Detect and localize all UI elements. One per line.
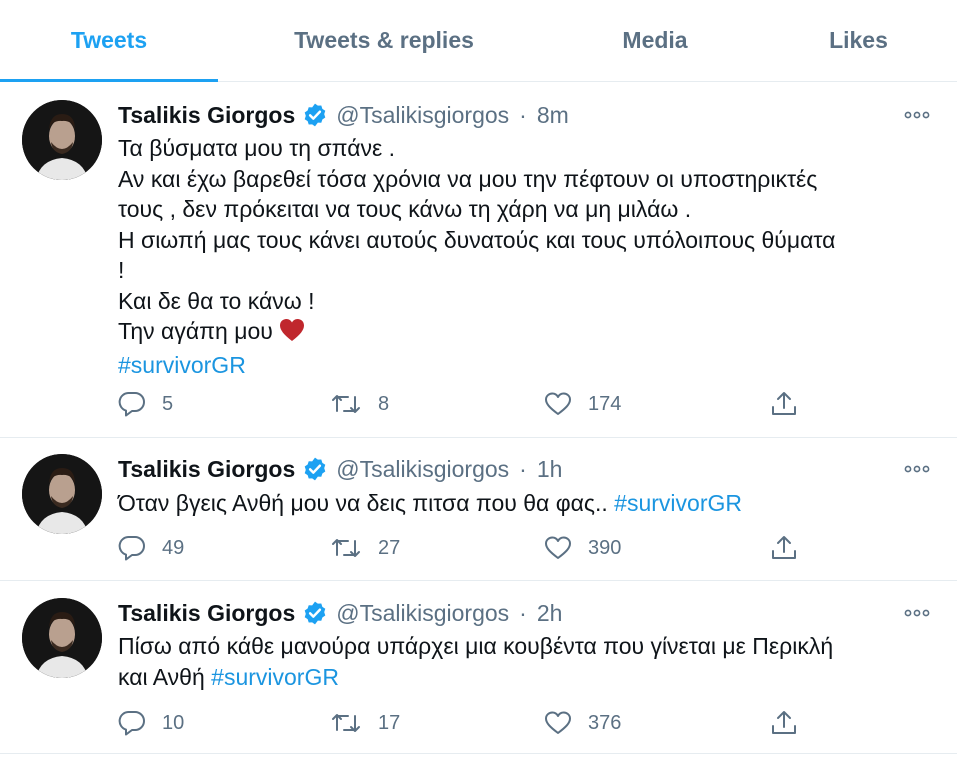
retweet-button[interactable]: 17 (330, 708, 400, 738)
author-name[interactable]: Tsalikis Giorgos (118, 102, 295, 129)
verified-badge-icon (302, 600, 328, 626)
like-count: 390 (588, 536, 622, 559)
tweet-text-line: Η σιωπή μας τους κάνει αυτούς δυνατούς κ… (118, 226, 836, 253)
hashtag-link[interactable]: #survivorGR (614, 490, 742, 516)
tweet[interactable]: Tsalikis Giorgos @Tsalikisgiorgos · 8m Τ… (0, 83, 957, 438)
reply-count: 49 (162, 536, 185, 559)
like-button[interactable]: 174 (544, 389, 621, 419)
separator-dot: · (519, 599, 527, 626)
author-name[interactable]: Tsalikis Giorgos (118, 600, 295, 627)
author-name[interactable]: Tsalikis Giorgos (118, 456, 295, 483)
tweet-text: Τα βύσματα μου τη σπάνε . Αν και έχω βαρ… (118, 133, 938, 380)
share-icon (772, 536, 796, 559)
retweet-icon (332, 714, 360, 732)
author-handle[interactable]: @Tsalikisgiorgos (336, 600, 509, 627)
tweet-text-line: Πίσω από κάθε μανούρα υπάρχει μια κουβέν… (118, 633, 834, 659)
tweet-timestamp[interactable]: 8m (537, 102, 569, 129)
like-count: 174 (588, 392, 622, 415)
more-icon[interactable] (902, 100, 932, 130)
reply-button[interactable]: 49 (118, 533, 184, 563)
verified-badge-icon (302, 456, 328, 482)
author-handle[interactable]: @Tsalikisgiorgos (336, 102, 509, 129)
tweet-text-line: ! (118, 257, 125, 283)
reply-button[interactable]: 5 (118, 389, 173, 419)
like-icon (545, 536, 571, 559)
tweet-header: Tsalikis Giorgos @Tsalikisgiorgos · 1h (118, 454, 562, 484)
reply-button[interactable]: 10 (118, 708, 184, 738)
share-button[interactable] (770, 533, 814, 563)
tweet-timestamp[interactable]: 1h (537, 456, 563, 483)
retweet-icon (332, 539, 360, 557)
reply-icon (118, 391, 145, 417)
avatar[interactable] (22, 598, 102, 678)
avatar[interactable] (22, 454, 102, 534)
share-button[interactable] (770, 708, 814, 738)
more-icon[interactable] (902, 598, 932, 628)
tweet-text: Όταν βγεις Ανθή μου να δεις πιτσα που θα… (118, 488, 938, 519)
tweet[interactable]: Tsalikis Giorgos @Tsalikisgiorgos · 2h Π… (0, 581, 957, 754)
tweet-text-segment: Την αγάπη μου (118, 318, 273, 344)
tweet-text-line: τους , δεν πρόκειται να τους κάνω τη χάρ… (118, 196, 692, 222)
share-icon (772, 711, 796, 734)
share-button[interactable] (770, 389, 814, 419)
active-tab-indicator (0, 79, 218, 82)
author-handle[interactable]: @Tsalikisgiorgos (336, 456, 509, 483)
verified-badge-icon (302, 102, 328, 128)
tab-label: Media (622, 27, 688, 53)
tweet-actions: 5 8 174 (118, 389, 818, 419)
like-icon (545, 392, 571, 415)
tweet-text-line: και Ανθή #survivorGR (118, 662, 938, 693)
tab-label: Tweets (70, 27, 148, 53)
tweet-text-line: #survivorGR (118, 350, 938, 381)
tweet-text-segment: και Ανθή (118, 663, 205, 690)
red-heart-emoji (279, 318, 305, 350)
like-button[interactable]: 390 (544, 533, 621, 563)
tweet-text-line: Όταν βγεις Ανθή μου να δεις πιτσα που θα… (118, 488, 938, 519)
reply-count: 10 (162, 711, 185, 734)
reply-icon (118, 535, 145, 561)
hashtag-link[interactable]: #survivorGR (211, 664, 339, 690)
tab-label: Tweets & replies (294, 27, 474, 53)
separator-dot: · (519, 101, 527, 128)
tab-likes[interactable]: Likes (760, 0, 957, 82)
retweet-count: 8 (378, 392, 390, 415)
retweet-button[interactable]: 27 (330, 533, 400, 563)
tab-media[interactable]: Media (550, 0, 760, 82)
tweet-text: Πίσω από κάθε μανούρα υπάρχει μια κουβέν… (118, 631, 938, 692)
avatar[interactable] (22, 100, 102, 180)
tab-label: Likes (829, 27, 888, 53)
tweet-header: Tsalikis Giorgos @Tsalikisgiorgos · 2h (118, 598, 562, 628)
like-icon (545, 711, 571, 734)
separator-dot: · (519, 455, 527, 482)
tweet-text-line: Τα βύσματα μου τη σπάνε . (118, 135, 396, 161)
tweet-header: Tsalikis Giorgos @Tsalikisgiorgos · 8m (118, 100, 569, 130)
retweet-count: 27 (378, 536, 401, 559)
reply-icon (118, 710, 145, 736)
like-count: 376 (588, 711, 622, 734)
tab-tweets-and-replies[interactable]: Tweets & replies (218, 0, 550, 82)
tweet[interactable]: Tsalikis Giorgos @Tsalikisgiorgos · 1h Ό… (0, 438, 957, 581)
tweet-text-line: Την αγάπη μου (118, 316, 938, 350)
more-icon[interactable] (902, 454, 932, 484)
tab-tweets[interactable]: Tweets (0, 0, 218, 82)
tweet-text-line: Αν και έχω βαρεθεί τόσα χρόνια να μου τη… (118, 165, 818, 192)
retweet-count: 17 (378, 711, 401, 734)
tweet-text-line: Και δε θα το κάνω ! (118, 287, 315, 314)
share-icon (772, 392, 796, 415)
hashtag-link[interactable]: #survivorGR (118, 352, 246, 378)
like-button[interactable]: 376 (544, 708, 621, 738)
retweet-button[interactable]: 8 (330, 389, 389, 419)
reply-count: 5 (162, 392, 174, 415)
tweet-actions: 49 27 390 (118, 533, 818, 563)
profile-tabs: Tweets Tweets & replies Media Likes (0, 0, 957, 82)
tweet-timestamp[interactable]: 2h (537, 600, 563, 627)
tweet-text-segment: Όταν βγεις Ανθή μου να δεις πιτσα που θα… (118, 490, 608, 516)
tweet-actions: 10 17 376 (118, 708, 818, 738)
retweet-icon (332, 395, 360, 413)
